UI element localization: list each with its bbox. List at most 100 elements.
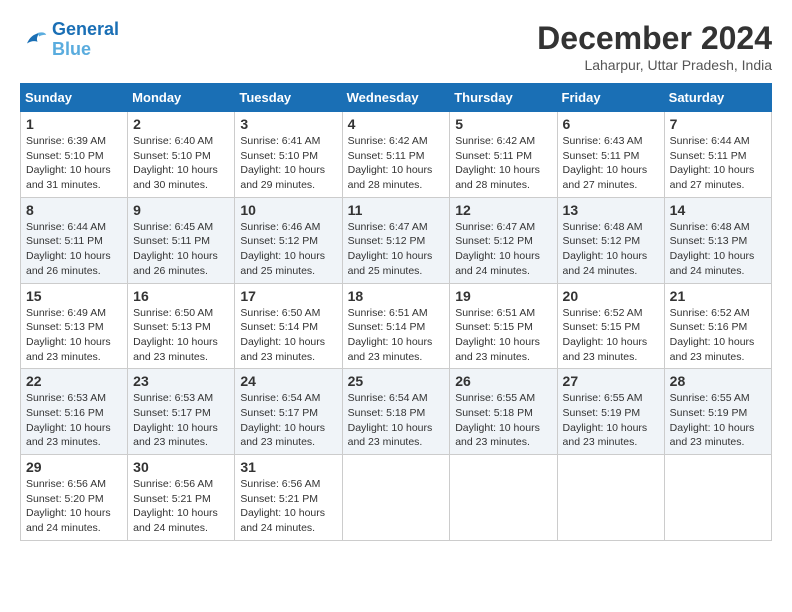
day-number: 31: [240, 459, 336, 475]
day-info: Sunrise: 6:44 AMSunset: 5:11 PMDaylight:…: [670, 135, 755, 191]
day-info: Sunrise: 6:41 AMSunset: 5:10 PMDaylight:…: [240, 135, 325, 191]
day-number: 10: [240, 202, 336, 218]
calendar-week-row: 22 Sunrise: 6:53 AMSunset: 5:16 PMDaylig…: [21, 369, 772, 455]
day-number: 6: [563, 116, 659, 132]
calendar-cell: 16 Sunrise: 6:50 AMSunset: 5:13 PMDaylig…: [128, 283, 235, 369]
calendar-cell: 10 Sunrise: 6:46 AMSunset: 5:12 PMDaylig…: [235, 197, 342, 283]
calendar-cell: 14 Sunrise: 6:48 AMSunset: 5:13 PMDaylig…: [664, 197, 771, 283]
calendar-cell: 5 Sunrise: 6:42 AMSunset: 5:11 PMDayligh…: [450, 112, 557, 198]
day-info: Sunrise: 6:53 AMSunset: 5:16 PMDaylight:…: [26, 392, 111, 448]
day-info: Sunrise: 6:55 AMSunset: 5:19 PMDaylight:…: [670, 392, 755, 448]
calendar-cell: 1 Sunrise: 6:39 AMSunset: 5:10 PMDayligh…: [21, 112, 128, 198]
calendar-cell: 28 Sunrise: 6:55 AMSunset: 5:19 PMDaylig…: [664, 369, 771, 455]
day-info: Sunrise: 6:40 AMSunset: 5:10 PMDaylight:…: [133, 135, 218, 191]
calendar-cell: 25 Sunrise: 6:54 AMSunset: 5:18 PMDaylig…: [342, 369, 450, 455]
day-info: Sunrise: 6:56 AMSunset: 5:21 PMDaylight:…: [133, 478, 218, 534]
day-number: 7: [670, 116, 766, 132]
day-info: Sunrise: 6:45 AMSunset: 5:11 PMDaylight:…: [133, 221, 218, 277]
day-info: Sunrise: 6:55 AMSunset: 5:19 PMDaylight:…: [563, 392, 648, 448]
day-info: Sunrise: 6:54 AMSunset: 5:18 PMDaylight:…: [348, 392, 433, 448]
weekday-header-tuesday: Tuesday: [235, 84, 342, 112]
day-info: Sunrise: 6:39 AMSunset: 5:10 PMDaylight:…: [26, 135, 111, 191]
calendar-cell: 21 Sunrise: 6:52 AMSunset: 5:16 PMDaylig…: [664, 283, 771, 369]
calendar-cell: 4 Sunrise: 6:42 AMSunset: 5:11 PMDayligh…: [342, 112, 450, 198]
day-number: 2: [133, 116, 229, 132]
day-number: 22: [26, 373, 122, 389]
calendar-cell: 2 Sunrise: 6:40 AMSunset: 5:10 PMDayligh…: [128, 112, 235, 198]
calendar-week-row: 8 Sunrise: 6:44 AMSunset: 5:11 PMDayligh…: [21, 197, 772, 283]
calendar-cell: 20 Sunrise: 6:52 AMSunset: 5:15 PMDaylig…: [557, 283, 664, 369]
day-info: Sunrise: 6:54 AMSunset: 5:17 PMDaylight:…: [240, 392, 325, 448]
day-info: Sunrise: 6:49 AMSunset: 5:13 PMDaylight:…: [26, 307, 111, 363]
day-number: 16: [133, 288, 229, 304]
calendar-cell: 31 Sunrise: 6:56 AMSunset: 5:21 PMDaylig…: [235, 455, 342, 541]
calendar-cell: 24 Sunrise: 6:54 AMSunset: 5:17 PMDaylig…: [235, 369, 342, 455]
calendar-cell: 23 Sunrise: 6:53 AMSunset: 5:17 PMDaylig…: [128, 369, 235, 455]
day-info: Sunrise: 6:56 AMSunset: 5:21 PMDaylight:…: [240, 478, 325, 534]
day-number: 30: [133, 459, 229, 475]
calendar-cell: 18 Sunrise: 6:51 AMSunset: 5:14 PMDaylig…: [342, 283, 450, 369]
logo-text: GeneralBlue: [52, 20, 119, 60]
month-title: December 2024: [537, 20, 772, 57]
day-info: Sunrise: 6:42 AMSunset: 5:11 PMDaylight:…: [348, 135, 433, 191]
calendar-cell: 15 Sunrise: 6:49 AMSunset: 5:13 PMDaylig…: [21, 283, 128, 369]
calendar-week-row: 1 Sunrise: 6:39 AMSunset: 5:10 PMDayligh…: [21, 112, 772, 198]
day-number: 18: [348, 288, 445, 304]
day-info: Sunrise: 6:48 AMSunset: 5:12 PMDaylight:…: [563, 221, 648, 277]
day-number: 20: [563, 288, 659, 304]
calendar-cell: 19 Sunrise: 6:51 AMSunset: 5:15 PMDaylig…: [450, 283, 557, 369]
calendar-cell: [664, 455, 771, 541]
weekday-header-wednesday: Wednesday: [342, 84, 450, 112]
weekday-header-friday: Friday: [557, 84, 664, 112]
day-number: 28: [670, 373, 766, 389]
day-info: Sunrise: 6:51 AMSunset: 5:14 PMDaylight:…: [348, 307, 433, 363]
day-info: Sunrise: 6:51 AMSunset: 5:15 PMDaylight:…: [455, 307, 540, 363]
calendar-cell: 9 Sunrise: 6:45 AMSunset: 5:11 PMDayligh…: [128, 197, 235, 283]
calendar-cell: 12 Sunrise: 6:47 AMSunset: 5:12 PMDaylig…: [450, 197, 557, 283]
calendar-cell: [557, 455, 664, 541]
calendar-week-row: 29 Sunrise: 6:56 AMSunset: 5:20 PMDaylig…: [21, 455, 772, 541]
calendar-cell: 13 Sunrise: 6:48 AMSunset: 5:12 PMDaylig…: [557, 197, 664, 283]
day-number: 12: [455, 202, 551, 218]
day-number: 27: [563, 373, 659, 389]
day-info: Sunrise: 6:47 AMSunset: 5:12 PMDaylight:…: [455, 221, 540, 277]
day-info: Sunrise: 6:53 AMSunset: 5:17 PMDaylight:…: [133, 392, 218, 448]
calendar-cell: 8 Sunrise: 6:44 AMSunset: 5:11 PMDayligh…: [21, 197, 128, 283]
calendar-cell: 26 Sunrise: 6:55 AMSunset: 5:18 PMDaylig…: [450, 369, 557, 455]
day-info: Sunrise: 6:52 AMSunset: 5:15 PMDaylight:…: [563, 307, 648, 363]
weekday-header-monday: Monday: [128, 84, 235, 112]
day-number: 13: [563, 202, 659, 218]
day-number: 29: [26, 459, 122, 475]
day-number: 17: [240, 288, 336, 304]
logo-icon: [20, 26, 48, 54]
day-number: 19: [455, 288, 551, 304]
day-number: 21: [670, 288, 766, 304]
calendar-cell: 22 Sunrise: 6:53 AMSunset: 5:16 PMDaylig…: [21, 369, 128, 455]
calendar-cell: 3 Sunrise: 6:41 AMSunset: 5:10 PMDayligh…: [235, 112, 342, 198]
calendar-week-row: 15 Sunrise: 6:49 AMSunset: 5:13 PMDaylig…: [21, 283, 772, 369]
day-number: 24: [240, 373, 336, 389]
calendar-cell: 7 Sunrise: 6:44 AMSunset: 5:11 PMDayligh…: [664, 112, 771, 198]
day-number: 15: [26, 288, 122, 304]
day-number: 1: [26, 116, 122, 132]
day-info: Sunrise: 6:52 AMSunset: 5:16 PMDaylight:…: [670, 307, 755, 363]
weekday-header-saturday: Saturday: [664, 84, 771, 112]
day-number: 23: [133, 373, 229, 389]
location: Laharpur, Uttar Pradesh, India: [537, 57, 772, 73]
day-info: Sunrise: 6:50 AMSunset: 5:14 PMDaylight:…: [240, 307, 325, 363]
day-number: 11: [348, 202, 445, 218]
title-block: December 2024 Laharpur, Uttar Pradesh, I…: [537, 20, 772, 73]
page-header: GeneralBlue December 2024 Laharpur, Utta…: [20, 20, 772, 73]
day-number: 4: [348, 116, 445, 132]
day-info: Sunrise: 6:47 AMSunset: 5:12 PMDaylight:…: [348, 221, 433, 277]
day-info: Sunrise: 6:43 AMSunset: 5:11 PMDaylight:…: [563, 135, 648, 191]
day-info: Sunrise: 6:42 AMSunset: 5:11 PMDaylight:…: [455, 135, 540, 191]
day-number: 14: [670, 202, 766, 218]
calendar-cell: [342, 455, 450, 541]
calendar-cell: 30 Sunrise: 6:56 AMSunset: 5:21 PMDaylig…: [128, 455, 235, 541]
calendar-cell: 6 Sunrise: 6:43 AMSunset: 5:11 PMDayligh…: [557, 112, 664, 198]
day-number: 26: [455, 373, 551, 389]
calendar-cell: 17 Sunrise: 6:50 AMSunset: 5:14 PMDaylig…: [235, 283, 342, 369]
day-number: 8: [26, 202, 122, 218]
calendar-cell: 29 Sunrise: 6:56 AMSunset: 5:20 PMDaylig…: [21, 455, 128, 541]
